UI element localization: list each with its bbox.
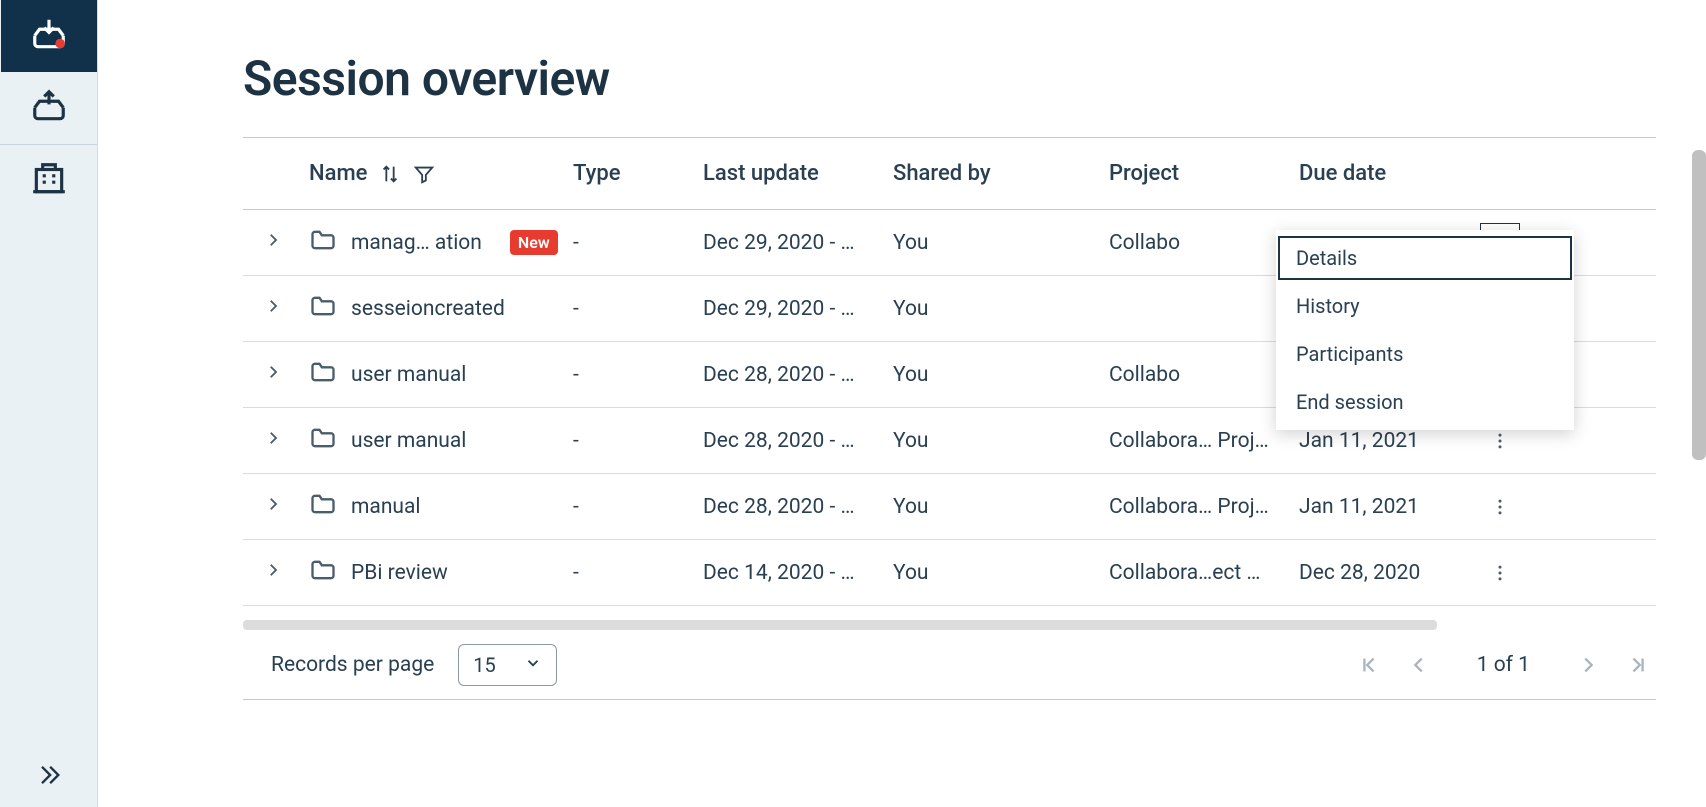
pager-nav: 1 of 1 [1355,651,1652,679]
row-project: Collabo [1109,231,1180,255]
folder-icon [309,226,337,260]
row-type: - [573,363,579,387]
chevron-right-icon[interactable] [264,429,282,453]
chevron-right-icon[interactable] [264,495,282,519]
sidebar-expand-toggle[interactable] [1,747,97,807]
main-content: Session overview Name Type [98,0,1706,807]
row-type: - [573,231,579,255]
chevron-right-icon[interactable] [264,231,282,255]
pager-next-button[interactable] [1574,651,1602,679]
row-actions-menu: Details History Participants End session [1276,230,1574,430]
table-row: PBi review - Dec 14, 2020 - … You Collab… [243,540,1656,606]
building-icon [30,160,68,202]
row-project: Collabora… Proj… [1109,495,1269,519]
row-more-button[interactable] [1483,490,1517,524]
vertical-scrollbar[interactable] [1692,150,1706,460]
pager-first-button[interactable] [1355,651,1383,679]
row-shared-by: You [893,495,929,519]
chevron-right-icon[interactable] [264,297,282,321]
folder-icon [309,358,337,392]
records-per-page-label: Records per page [271,653,434,677]
row-due-date: Jan 11, 2021 [1299,429,1419,453]
inbox-download-icon [30,15,68,57]
sidebar-item-outbox[interactable] [1,72,97,144]
row-project: Collabo [1109,363,1180,387]
app-root: Session overview Name Type [0,0,1706,807]
row-more-button[interactable] [1483,556,1517,590]
row-name[interactable]: manag… ation [351,231,482,255]
row-type: - [573,429,579,453]
new-badge: New [510,230,558,255]
row-shared-by: You [893,231,929,255]
row-name[interactable]: sesseioncreated [351,297,505,321]
row-name[interactable]: PBi review [351,561,448,585]
row-name[interactable]: manual [351,495,421,519]
sidebar-item-inbox[interactable] [1,0,97,72]
table-header-row: Name Type Last update Shared by Project … [243,138,1656,210]
pager-prev-button[interactable] [1405,651,1433,679]
row-project: Collabora… Proj… [1109,429,1269,453]
row-last-update: Dec 29, 2020 - … [703,231,855,255]
records-per-page-value: 15 [473,653,495,677]
sidebar [0,0,98,807]
row-due-date: Jan 11, 2021 [1299,495,1419,519]
col-header-type[interactable]: Type [573,161,621,186]
row-shared-by: You [893,297,929,321]
sort-icon[interactable] [379,163,401,185]
folder-icon [309,490,337,524]
pager-info: 1 of 1 [1477,653,1530,677]
menu-item-participants[interactable]: Participants [1276,330,1574,378]
row-type: - [573,495,579,519]
chevron-right-icon[interactable] [264,561,282,585]
col-header-project[interactable]: Project [1109,161,1179,186]
folder-icon [309,292,337,326]
row-shared-by: You [893,561,929,585]
records-per-page-select[interactable]: 15 [458,644,556,686]
row-last-update: Dec 29, 2020 - … [703,297,855,321]
chevron-right-icon[interactable] [264,363,282,387]
page-title: Session overview [243,50,1656,107]
col-header-last-update[interactable]: Last update [703,161,819,186]
pager-last-button[interactable] [1624,651,1652,679]
table-row: manual - Dec 28, 2020 - … You Collabora…… [243,474,1656,540]
folder-icon [309,424,337,458]
row-last-update: Dec 28, 2020 - … [703,495,855,519]
row-type: - [573,561,579,585]
col-header-due-date[interactable]: Due date [1299,161,1386,186]
row-name[interactable]: user manual [351,363,466,387]
chevron-down-icon [524,653,542,677]
col-header-shared-by[interactable]: Shared by [893,161,991,186]
filter-icon[interactable] [413,163,435,185]
col-header-name[interactable]: Name [309,161,367,186]
menu-item-end-session[interactable]: End session [1276,378,1574,426]
row-due-date: Dec 28, 2020 [1299,561,1420,585]
row-shared-by: You [893,429,929,453]
row-name[interactable]: user manual [351,429,466,453]
row-project: Collabora…ect … [1109,561,1260,585]
pagination-bar: Records per page 15 [243,630,1656,700]
row-last-update: Dec 28, 2020 - … [703,363,855,387]
folder-icon [309,556,337,590]
row-last-update: Dec 14, 2020 - … [703,561,855,585]
row-last-update: Dec 28, 2020 - … [703,429,855,453]
row-type: - [573,297,579,321]
chevrons-right-icon [35,761,63,793]
horizontal-scrollbar[interactable] [243,620,1437,630]
row-shared-by: You [893,363,929,387]
menu-item-history[interactable]: History [1276,282,1574,330]
menu-item-details[interactable]: Details [1276,234,1574,282]
sidebar-item-organization[interactable] [1,145,97,217]
outbox-upload-icon [30,87,68,129]
